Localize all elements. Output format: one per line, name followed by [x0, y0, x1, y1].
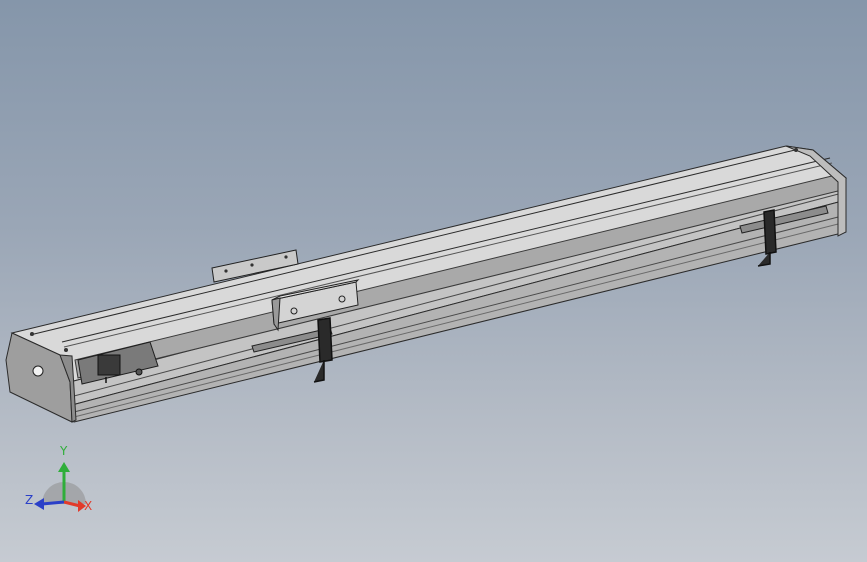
carriage-screw-icon [224, 269, 228, 273]
z-axis-label: Z [25, 493, 34, 507]
inner-rail-recess [74, 173, 843, 379]
3d-viewport[interactable]: Y X Z [0, 0, 867, 562]
z-axis-arrowhead-icon [34, 498, 44, 510]
y-axis-arrowhead-icon [58, 462, 70, 472]
end-cap-screw-icon [794, 148, 798, 152]
drive-coupling [97, 354, 121, 376]
z-axis-arrow [41, 500, 65, 506]
drive-bolt-icon [135, 368, 143, 376]
y-axis-label: Y [60, 444, 68, 458]
x-axis-label: X [84, 499, 93, 513]
end-cap-bore-icon [32, 365, 44, 377]
end-cap-screw-icon [64, 348, 68, 352]
carriage-screw-icon [250, 263, 254, 267]
carriage-screw-icon [284, 255, 288, 259]
linear-actuator-model[interactable] [0, 0, 867, 562]
end-cap-screw-icon [30, 332, 34, 336]
